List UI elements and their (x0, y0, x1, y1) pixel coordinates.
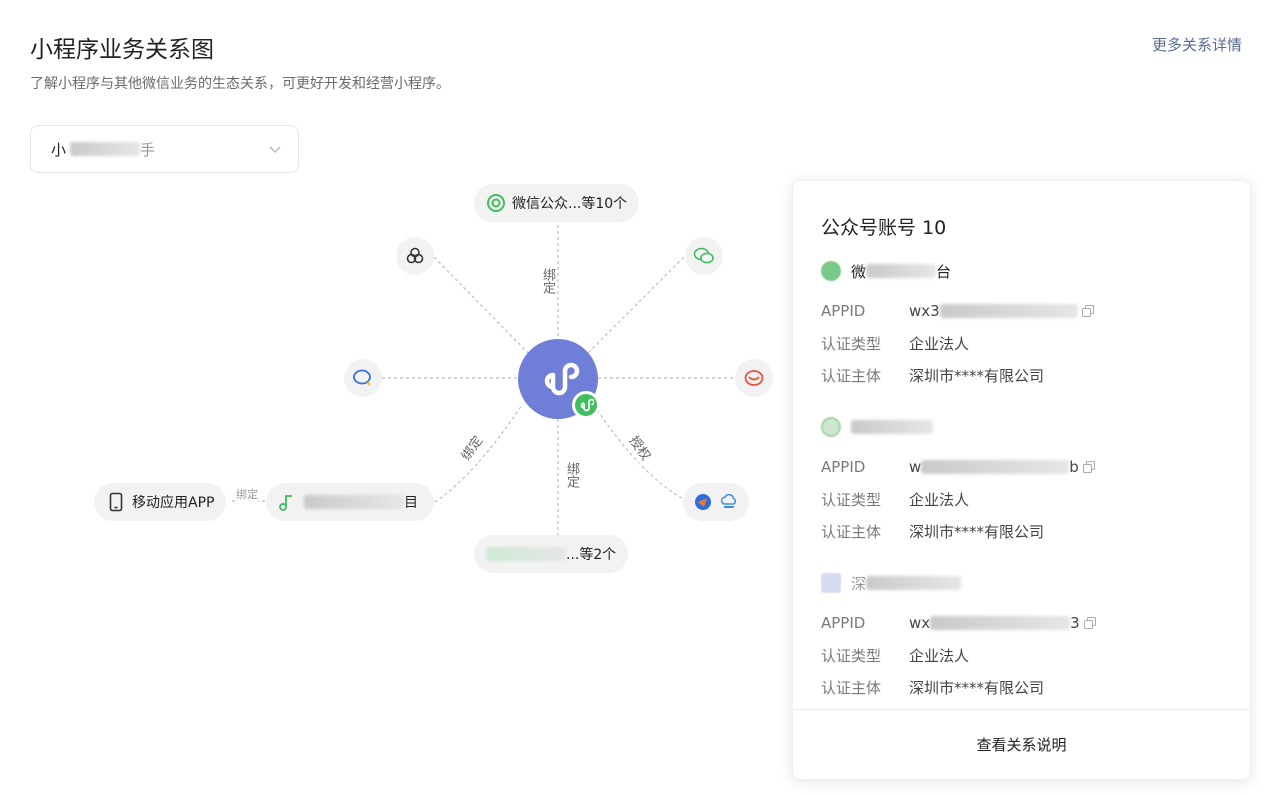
cert-type-label: 认证类型 (821, 334, 882, 353)
account-name: 微 台 (821, 259, 1231, 283)
link-icon (580, 398, 594, 412)
node-mobile-app[interactable]: 移动应用APP (94, 483, 227, 521)
page-title: 小程序业务关系图 (30, 37, 214, 63)
cert-type-row: 认证类型 企业法人 (821, 639, 1231, 671)
cert-type-row: 认证类型 企业法人 (821, 327, 1231, 359)
account-card: APPID w b 认证类型 企业法人 认证主体 深圳市****有限公司 (821, 415, 1231, 547)
chevron-down-icon (269, 146, 281, 153)
cert-subject-row: 认证主体 深圳市****有限公司 (821, 515, 1231, 547)
edge-top-right (585, 252, 689, 356)
appid-row: APPID w b (821, 451, 1231, 483)
account-card: 深 APPID wx 3 认证类型 企业法人 认证主体 深圳市****有限公司 (821, 571, 1231, 703)
appid-label: APPID (821, 302, 866, 320)
wechat-icon (693, 247, 714, 264)
copy-icon[interactable] (1083, 617, 1096, 629)
service-icon (695, 494, 711, 510)
panel-title: 公众号账号 10 (821, 217, 947, 239)
selector-value-masked (70, 142, 141, 156)
cloud-icon (720, 493, 736, 508)
official-account-icon (486, 193, 506, 213)
appid-value: wx3 (909, 302, 1094, 320)
edge-top-left (429, 252, 531, 356)
avatar (821, 261, 841, 281)
selector-value-prefix: 小 (51, 140, 67, 159)
cert-type-label: 认证类型 (821, 490, 882, 509)
cert-subject-value: 深圳市****有限公司 (909, 678, 1045, 697)
official-accounts-panel: 公众号账号 10 微 台 APPID wx3 认证类型 企业法人 认证主体 深圳… (792, 180, 1251, 780)
account-card: 微 台 APPID wx3 认证类型 企业法人 认证主体 深圳市****有限公司 (821, 259, 1231, 391)
chat-bubble-icon (353, 369, 371, 386)
node-bottom-group[interactable]: ...等2个 (474, 535, 629, 573)
appid-masked (939, 304, 1078, 318)
cert-subject-label: 认证主体 (821, 522, 882, 541)
appid-label: APPID (821, 614, 866, 632)
miniprogram-selector[interactable]: 小 手 (30, 125, 299, 173)
account-name-prefix: 微 (851, 262, 867, 281)
clover-icon (406, 247, 424, 264)
appid-prefix: wx3 (909, 302, 940, 320)
cert-type-value: 企业法人 (909, 490, 970, 509)
account-name-masked (851, 420, 933, 434)
phone-icon (106, 492, 126, 512)
cert-type-row: 认证类型 企业法人 (821, 483, 1231, 515)
appid-prefix: wx (909, 614, 931, 632)
node-linked-miniprogram[interactable]: 目 (266, 483, 434, 521)
appid-masked (930, 616, 1071, 630)
account-name: 深 (821, 571, 1231, 595)
cert-type-value: 企业法人 (909, 334, 970, 353)
more-relations-link[interactable]: 更多关系详情 (1152, 34, 1242, 55)
copy-icon[interactable] (1081, 305, 1094, 317)
node-official-accounts-label: 微信公众...等10个 (512, 196, 628, 212)
panel-footer: 查看关系说明 (793, 709, 1250, 779)
appid-label: APPID (821, 458, 866, 476)
cert-subject-label: 认证主体 (821, 678, 882, 697)
graph-edges (232, 219, 735, 537)
music-note-icon (278, 492, 298, 512)
cert-subject-row: 认证主体 深圳市****有限公司 (821, 359, 1231, 391)
cert-subject-label: 认证主体 (821, 366, 882, 385)
cert-subject-value: 深圳市****有限公司 (909, 366, 1045, 385)
edge-label-bottom: 绑定 (562, 461, 581, 489)
edge-label-app: 绑定 (236, 485, 258, 503)
avatar (821, 573, 841, 593)
cert-type-value: 企业法人 (909, 646, 970, 665)
relation-graph: 微信公众...等10个 绑定 绑定 绑定 授权 绑定 目 移动应用APP ...… (0, 175, 790, 605)
node-linked-masked (304, 495, 404, 509)
appid-masked (921, 460, 1070, 474)
cert-type-label: 认证类型 (821, 646, 882, 665)
node-authorized-services[interactable] (683, 483, 749, 521)
cert-subject-value: 深圳市****有限公司 (909, 522, 1045, 541)
node-wechat[interactable] (685, 237, 723, 275)
appid-value: wx 3 (909, 614, 1096, 632)
appid-value: w b (909, 458, 1095, 476)
account-name-prefix: 深 (851, 574, 867, 593)
appid-prefix: w (909, 458, 922, 476)
appid-row: APPID wx 3 (821, 607, 1231, 639)
miniprogram-icon (544, 362, 580, 396)
node-bottom-masked (486, 547, 566, 561)
node-linked-suffix: 目 (404, 495, 418, 511)
node-clover[interactable] (396, 237, 434, 275)
appid-row: APPID wx3 (821, 295, 1231, 327)
account-name-suffix: 台 (936, 262, 952, 281)
node-official-accounts[interactable]: 微信公众...等10个 (474, 184, 640, 222)
edge-label-top: 绑定 (538, 267, 557, 295)
center-badge (572, 391, 600, 419)
page-subtitle: 了解小程序与其他微信业务的生态关系，可更好开发和经营小程序。 (30, 76, 450, 92)
node-bottom-suffix: ...等2个 (566, 547, 617, 563)
node-shop[interactable] (735, 359, 773, 397)
shop-icon (744, 370, 764, 386)
node-mobile-app-label: 移动应用APP (132, 495, 215, 511)
cert-subject-row: 认证主体 深圳市****有限公司 (821, 671, 1231, 703)
appid-suffix: b (1069, 458, 1079, 476)
account-name-masked (866, 264, 937, 278)
appid-suffix: 3 (1070, 614, 1080, 632)
account-name-masked (866, 576, 962, 590)
view-relation-explanation-link[interactable]: 查看关系说明 (976, 734, 1066, 755)
avatar (821, 417, 841, 437)
node-chat[interactable] (344, 359, 382, 397)
copy-icon[interactable] (1082, 461, 1095, 473)
account-name (821, 415, 1231, 439)
selector-value-suffix: 手 (140, 140, 156, 159)
